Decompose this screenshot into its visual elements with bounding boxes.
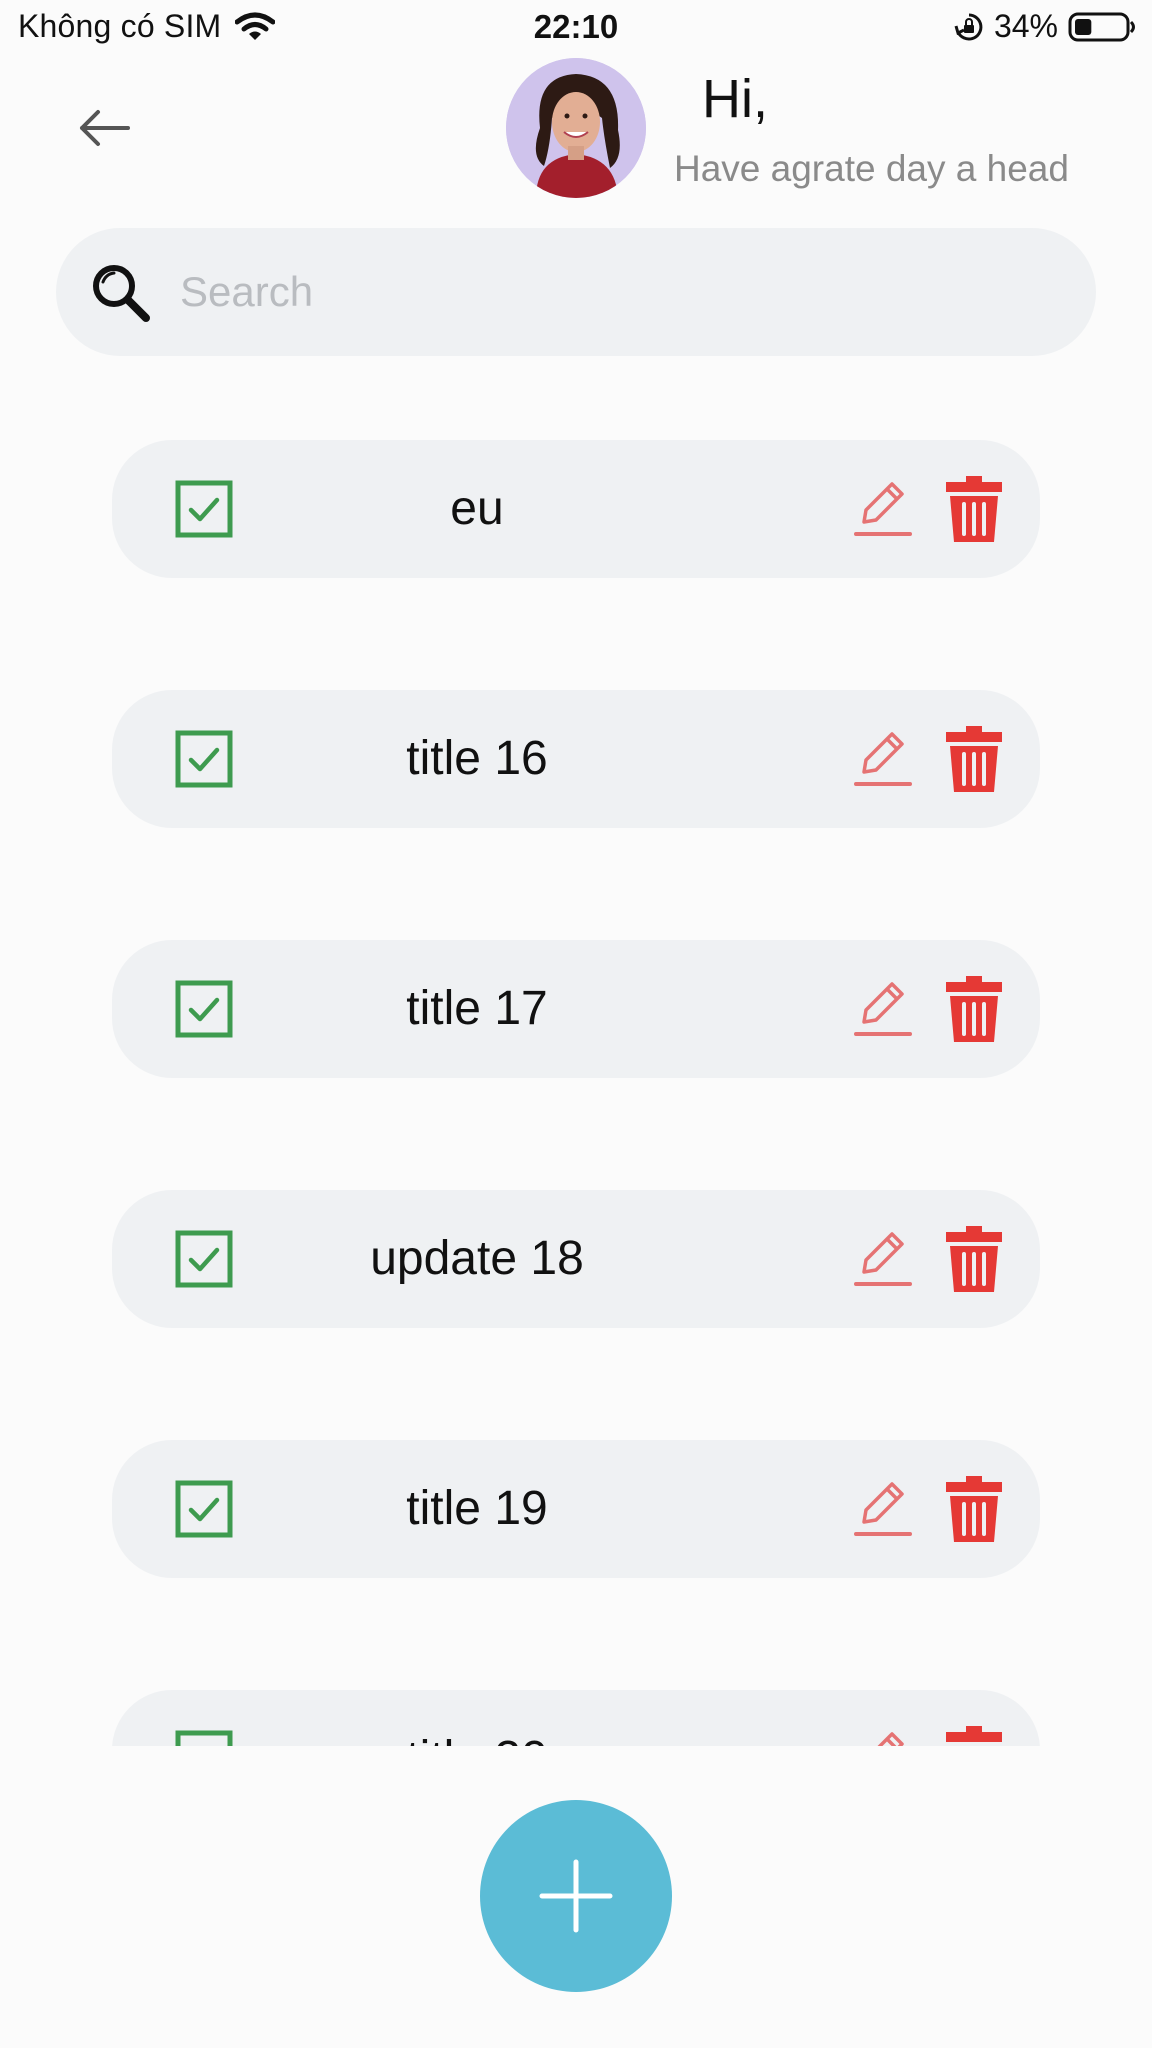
trash-icon — [946, 1226, 1002, 1292]
plus-icon — [539, 1859, 613, 1933]
checkbox-checked-icon[interactable] — [174, 1229, 234, 1289]
todo-item[interactable]: title 20 — [112, 1690, 1040, 1746]
todo-item[interactable]: eu — [112, 440, 1040, 578]
battery-percent: 34% — [993, 8, 1058, 44]
trash-icon — [946, 1476, 1002, 1542]
edit-button[interactable] — [852, 1728, 914, 1746]
delete-button[interactable] — [942, 1724, 1006, 1746]
search-bar[interactable] — [56, 228, 1096, 356]
todo-list[interactable]: eu title 16 title 17 update 18 title 19 title… — [0, 400, 1152, 1746]
trash-icon — [946, 976, 1002, 1042]
avatar[interactable] — [506, 58, 646, 198]
todo-item[interactable]: title 16 — [112, 690, 1040, 828]
delete-button[interactable] — [942, 1224, 1006, 1294]
search-icon — [88, 260, 152, 324]
todo-title: title 16 — [406, 732, 548, 785]
todo-title: update 18 — [370, 1232, 584, 1285]
greeting-subtitle: Have agrate day a head — [674, 148, 1069, 189]
battery-icon — [1068, 12, 1135, 41]
status-right: 34% — [954, 8, 1138, 45]
pencil-icon — [854, 982, 912, 1036]
edit-button[interactable] — [852, 728, 914, 790]
edit-button[interactable] — [852, 1228, 914, 1290]
delete-button[interactable] — [942, 724, 1006, 794]
edit-button[interactable] — [852, 978, 914, 1040]
pencil-icon — [854, 732, 912, 786]
trash-icon — [946, 726, 1002, 792]
todo-item[interactable]: title 19 — [112, 1440, 1040, 1578]
checkbox-checked-icon[interactable] — [174, 1729, 234, 1746]
edit-button[interactable] — [852, 478, 914, 540]
checkbox-checked-icon[interactable] — [174, 729, 234, 789]
todo-title: eu — [450, 482, 504, 535]
trash-icon — [946, 1726, 1002, 1742]
status-bar: Không có SIM 22:10 34% — [0, 0, 1152, 56]
delete-button[interactable] — [942, 974, 1006, 1044]
add-todo-button[interactable] — [480, 1800, 672, 1992]
pencil-icon — [854, 1232, 912, 1286]
todo-title: title 20 — [272, 1690, 682, 1746]
todo-title: title 19 — [406, 1482, 548, 1535]
avatar-image — [506, 58, 646, 198]
checkbox-checked-icon[interactable] — [174, 479, 234, 539]
greeting-title: Hi, — [702, 69, 768, 129]
todo-item[interactable]: update 18 — [112, 1190, 1040, 1328]
pencil-icon — [854, 1482, 912, 1536]
back-button[interactable] — [72, 100, 136, 156]
trash-icon — [946, 476, 1002, 542]
delete-button[interactable] — [942, 1474, 1006, 1544]
checkbox-checked-icon[interactable] — [174, 1479, 234, 1539]
pencil-icon — [877, 1732, 904, 1746]
orientation-lock-icon — [954, 13, 983, 40]
arrow-left-icon — [80, 110, 130, 146]
delete-button[interactable] — [942, 474, 1006, 544]
pencil-icon — [854, 482, 912, 536]
edit-button[interactable] — [852, 1478, 914, 1540]
checkbox-checked-icon[interactable] — [174, 979, 234, 1039]
search-input[interactable] — [178, 267, 982, 317]
todo-title: title 17 — [406, 982, 548, 1035]
todo-item[interactable]: title 17 — [112, 940, 1040, 1078]
